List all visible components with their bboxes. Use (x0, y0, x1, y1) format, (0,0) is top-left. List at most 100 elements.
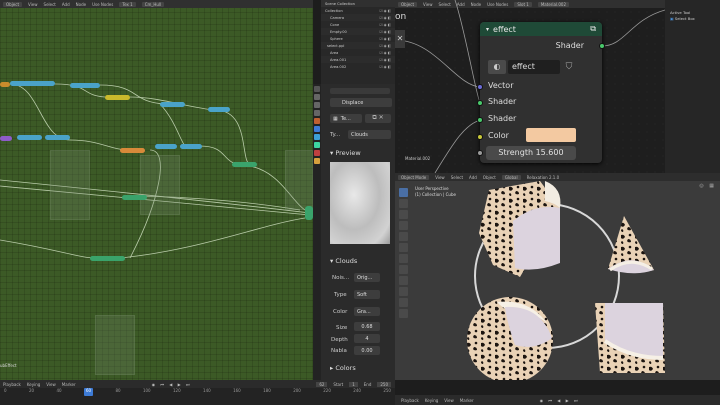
geo-node[interactable] (90, 256, 125, 261)
texture-tab-icon[interactable] (314, 158, 320, 164)
strength-input-socket[interactable] (477, 150, 483, 156)
chevron-down-icon[interactable]: ▾ (486, 26, 489, 33)
rotate-tool-icon[interactable] (399, 221, 408, 230)
outliner-item-sphere[interactable]: Sphere ☑◉◧ (321, 35, 395, 42)
playback-controls[interactable]: ◉ ⏮ ◀ ▶ ⏭ (152, 382, 192, 387)
geo-group-output-node[interactable] (305, 206, 313, 220)
particles-tab-icon[interactable] (314, 134, 320, 140)
depth-field[interactable]: 4 (354, 334, 380, 343)
playback-menu[interactable]: Playback (3, 382, 21, 387)
physics-tab-icon[interactable] (314, 142, 320, 148)
clouds-section-header[interactable]: ▾ Clouds (330, 257, 357, 265)
extra-tool-icon[interactable] (399, 309, 408, 318)
keying-menu[interactable]: Keying (27, 382, 40, 387)
geo-node[interactable] (0, 136, 12, 141)
object-tab-icon[interactable] (314, 118, 320, 124)
outliner-item-camera[interactable]: Camera ☑◉◧ (321, 14, 395, 21)
geometry-node-editor[interactable]: Object View Select Add Node Use Nodes Te… (0, 0, 313, 380)
texture-name-field[interactable]: ▦ Te... (330, 114, 362, 123)
outliner-item-area[interactable]: Area ☑◉◧ (321, 49, 395, 56)
shader-input-socket[interactable] (477, 117, 483, 123)
geo-node[interactable] (155, 144, 177, 149)
visibility-icons[interactable]: ☑◉◧ (380, 65, 393, 69)
visibility-icons[interactable]: ☑◉◧ (380, 16, 393, 20)
output-tab-icon[interactable] (314, 102, 320, 108)
geo-node[interactable] (105, 95, 130, 100)
close-icon[interactable]: ✕ (395, 30, 405, 48)
scene-tab-icon[interactable] (314, 110, 320, 116)
node-datablock-name[interactable]: effect (508, 60, 560, 74)
geo-node[interactable] (0, 82, 10, 87)
add-cube-tool-icon[interactable] (399, 276, 408, 285)
noise-basis-dropdown[interactable]: Orig... (354, 273, 380, 282)
view-menu[interactable]: View (46, 382, 56, 387)
shader-input-socket[interactable] (477, 100, 483, 106)
texture-type-dropdown[interactable]: Clouds (348, 130, 391, 139)
viewport-gizmos[interactable]: ◎ ▦ (699, 183, 716, 189)
effect-node-group[interactable]: ▾ effect ⧉ Shader ◐ effect ⛉ Vector Shad… (477, 22, 605, 163)
visibility-icons[interactable]: ☑◉◧ (380, 51, 393, 55)
modifier-name-field[interactable]: Displace (330, 98, 392, 107)
shader-editor[interactable]: Object View Select Add Node Use Nodes Sl… (395, 0, 665, 173)
move-tool-icon[interactable] (399, 210, 408, 219)
visibility-icons[interactable]: ☑◉◧ (380, 37, 393, 41)
start-frame-field[interactable]: 1 (349, 381, 358, 387)
geo-node[interactable] (17, 135, 42, 140)
preview-section-header[interactable]: ▾ Preview (330, 149, 361, 157)
geo-node[interactable] (208, 107, 230, 112)
color-input-socket[interactable] (477, 134, 483, 140)
outliner-item-select[interactable]: select.ppl ☑◉◧ (321, 42, 395, 49)
outliner-item-area-001[interactable]: Area.001 ☑◉◧ (321, 56, 395, 63)
color-dropdown[interactable]: Gra... (354, 307, 380, 316)
measure-tool-icon[interactable] (399, 265, 408, 274)
color-swatch[interactable] (526, 128, 576, 142)
nabla-field[interactable]: 0.00 (354, 346, 380, 355)
visibility-icons[interactable]: ☑◉◧ (380, 44, 393, 48)
texture-actions[interactable]: ⧉ ✕ (365, 114, 391, 123)
marker-menu[interactable]: Marker (62, 382, 76, 387)
visibility-icons[interactable]: ☑◉◧ (380, 9, 393, 13)
outliner-item-cone[interactable]: Cone ☑◉◧ (321, 21, 395, 28)
transform-tool-icon[interactable] (399, 243, 408, 252)
properties-search-input[interactable] (330, 88, 390, 94)
outliner-item-empty[interactable]: Empty.00 ☑◉◧ (321, 28, 395, 35)
extra-tool-icon[interactable] (399, 287, 408, 296)
size-field[interactable]: 0.68 (354, 322, 380, 331)
playback-menu[interactable]: Playback (401, 398, 419, 403)
playhead[interactable]: 60 (83, 388, 94, 396)
colors-section-header[interactable]: ▸ Colors (330, 364, 356, 372)
geo-node[interactable] (120, 148, 145, 153)
vector-input-socket[interactable] (477, 84, 483, 90)
keying-menu[interactable]: Keying (425, 398, 438, 403)
3d-viewport[interactable]: Object Mode View Select Add Object Globa… (395, 173, 720, 380)
outliner-panel[interactable]: Scene Collection Collection ☑◉◧ Camera ☑◉◧… (321, 0, 395, 84)
cursor-tool-icon[interactable] (399, 199, 408, 208)
modifier-tab-icon[interactable] (314, 126, 320, 132)
visibility-icons[interactable]: ☑◉◧ (380, 23, 393, 27)
material-tab-icon[interactable] (314, 150, 320, 156)
view-menu[interactable]: View (444, 398, 454, 403)
render-tab-icon[interactable] (314, 94, 320, 100)
visibility-icons[interactable]: ☑◉◧ (380, 58, 393, 62)
geo-node[interactable] (10, 81, 55, 86)
select-box-item[interactable]: ▣ Select Box (670, 16, 695, 21)
outliner-item-collection[interactable]: Collection ☑◉◧ (321, 7, 395, 14)
playback-controls[interactable]: ◉ ⏮ ◀ ▶ ⏭ (540, 398, 580, 403)
visibility-icons[interactable]: ☑◉◧ (380, 30, 393, 34)
current-frame-field[interactable]: 62 (316, 381, 328, 387)
geo-node[interactable] (70, 83, 100, 88)
geo-node[interactable] (180, 144, 202, 149)
tool-tab-icon[interactable] (314, 86, 320, 92)
scale-tool-icon[interactable] (399, 232, 408, 241)
timeline[interactable]: Playback Keying View Marker ◉ ⏮ ◀ ▶ ⏭ 62… (0, 380, 395, 405)
output-shader-socket[interactable] (599, 43, 605, 49)
end-frame-field[interactable]: 250 (377, 381, 391, 387)
marker-menu[interactable]: Marker (460, 398, 474, 403)
geo-node[interactable] (232, 162, 257, 167)
geo-node[interactable] (45, 135, 70, 140)
node-group-icon[interactable]: ⧉ (590, 24, 596, 34)
geo-node[interactable] (122, 195, 147, 200)
shield-icon[interactable]: ⛉ (562, 60, 576, 74)
extra-tool-icon[interactable] (399, 298, 408, 307)
select-box-tool-icon[interactable] (399, 188, 408, 197)
